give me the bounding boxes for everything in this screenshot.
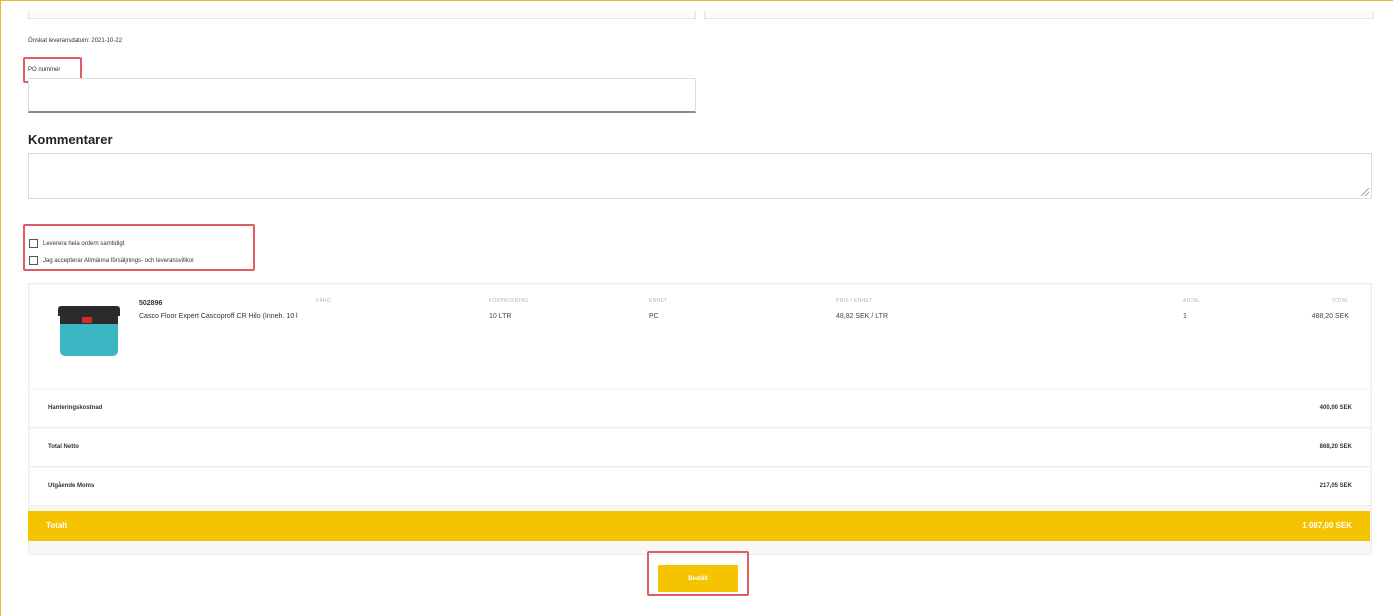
- column-header-quantity: ANTAL: [1183, 298, 1201, 304]
- po-number-input[interactable]: [28, 78, 696, 113]
- product-package-size: 10 LTR: [489, 313, 512, 320]
- deliver-together-checkbox[interactable]: [29, 239, 38, 248]
- comments-textarea[interactable]: [28, 153, 1372, 199]
- address-field-right[interactable]: [704, 11, 1374, 19]
- paint-bucket-lid: [58, 306, 120, 316]
- paint-bucket-body: [60, 316, 118, 356]
- vat-label: Utgående Moms: [48, 483, 95, 489]
- product-name[interactable]: Casco Floor Expert Cascoproff CR Hilo (I…: [139, 311, 299, 322]
- resize-handle-icon[interactable]: [1361, 188, 1369, 196]
- accept-terms-option[interactable]: Jag accepterar Allmänna försäljnings- oc…: [29, 256, 194, 265]
- grand-total-row: Totalt 1 087,00 SEK: [28, 511, 1370, 541]
- product-unit: PC: [649, 313, 659, 320]
- column-header-color: FÄRG: [316, 298, 332, 304]
- deliver-together-option[interactable]: Leverera hela ordern samtidigt: [29, 239, 124, 248]
- address-field-left[interactable]: [28, 11, 696, 19]
- grand-total-label: Totalt: [46, 521, 68, 530]
- order-button[interactable]: Beställ: [658, 565, 738, 592]
- handling-cost-value: 400,00 SEK: [1319, 405, 1352, 411]
- product-price-unit: 48,82 SEK / LTR: [836, 313, 889, 320]
- column-header-total: TOTAL: [1331, 298, 1349, 304]
- accept-terms-label: Jag accepterar Allmänna försäljnings- oc…: [43, 257, 195, 264]
- comments-title: Kommentarer: [28, 132, 113, 147]
- vat-value: 217,05 SEK: [1319, 483, 1352, 489]
- paint-bucket-logo: [82, 317, 92, 323]
- product-quantity: 1: [1183, 313, 1187, 320]
- column-header-package-size: FÖRPACKNING: [489, 298, 529, 304]
- requested-delivery-date: Önskat leveransdatum: 2021-10-22: [28, 38, 123, 44]
- product-row: [30, 285, 1370, 388]
- product-total: 488,20 SEK: [1311, 313, 1349, 320]
- accept-terms-checkbox[interactable]: [29, 256, 38, 265]
- column-header-price-unit: PRIS / ENHET: [836, 298, 873, 304]
- paint-bucket-icon: [58, 306, 120, 358]
- net-total-value: 868,20 SEK: [1319, 444, 1352, 450]
- grand-total-value: 1 087,00 SEK: [1302, 521, 1352, 530]
- deliver-together-label: Leverera hela ordern samtidigt: [43, 240, 125, 247]
- net-total-row: Total Netto 868,20 SEK: [30, 429, 1370, 467]
- handling-cost-label: Hanteringskostnad: [48, 405, 103, 411]
- net-total-label: Total Netto: [48, 444, 79, 450]
- column-header-unit: ENHET: [649, 298, 668, 304]
- vat-row: Utgående Moms 217,05 SEK: [30, 468, 1370, 506]
- handling-cost-row: Hanteringskostnad 400,00 SEK: [30, 390, 1370, 428]
- product-sku: 502896: [139, 300, 163, 307]
